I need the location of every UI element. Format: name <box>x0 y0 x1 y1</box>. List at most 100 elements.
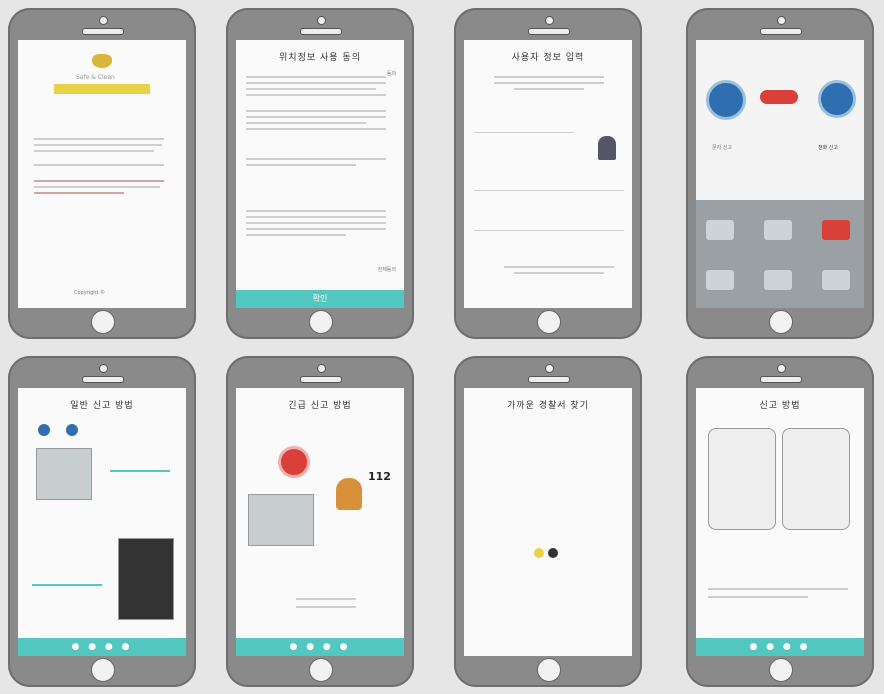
text-line <box>246 228 386 230</box>
text-line <box>296 606 356 608</box>
text-line <box>34 144 162 146</box>
speaker-icon <box>82 376 124 383</box>
page-title: 위치정보 사용 동의 <box>279 53 361 63</box>
text-line <box>246 128 386 130</box>
phone-screen-8: 신고 방법 ● ● ● ● <box>686 356 874 687</box>
text-line <box>246 216 386 218</box>
map-marker-icon[interactable] <box>534 548 544 558</box>
camera-icon <box>777 364 786 373</box>
instruction-bar <box>32 584 102 586</box>
screenshot-thumbnail <box>36 448 92 500</box>
feature-tile[interactable] <box>706 220 734 240</box>
phone-screen-2: 위치정보 사용 동의 동의 전체동의 확인 <box>226 8 414 339</box>
feature-tile[interactable] <box>764 270 792 290</box>
page-indicator[interactable]: ● ● ● ● <box>18 638 186 656</box>
page-title: 일반 신고 방법 <box>70 401 134 411</box>
ribbon-banner <box>54 84 150 94</box>
page-title: 신고 방법 <box>759 401 801 411</box>
home-button[interactable] <box>91 310 115 334</box>
phone-screen-5: 일반 신고 방법 ● ● ● ● <box>8 356 196 687</box>
speaker-icon <box>300 28 342 35</box>
main-menu-screen: 문자 신고 전화 신고 <box>696 40 864 308</box>
text-line <box>296 598 356 600</box>
phone-illustration <box>782 428 850 530</box>
message-icon[interactable] <box>706 80 746 120</box>
badge-text: Safe & Clean <box>76 74 115 81</box>
call-112-icon[interactable] <box>818 80 856 118</box>
text-line <box>34 192 124 194</box>
message-icon <box>38 424 50 436</box>
camera-icon <box>317 16 326 25</box>
call-112-icon <box>278 446 310 478</box>
speaker-icon <box>760 28 802 35</box>
user-info-screen: 사용자 정보 입력 <box>464 40 632 308</box>
consent-screen: 위치정보 사용 동의 동의 전체동의 확인 <box>236 40 404 308</box>
home-button[interactable] <box>537 658 561 682</box>
feature-panel <box>696 200 864 308</box>
feature-tile[interactable] <box>764 220 792 240</box>
all-agree-checkbox[interactable]: 전체동의 <box>378 266 396 273</box>
home-button[interactable] <box>769 310 793 334</box>
text-line <box>246 94 386 96</box>
text-line <box>246 82 386 84</box>
keypad-thumbnail <box>118 538 174 620</box>
siren-icon <box>760 90 798 104</box>
camera-icon <box>777 16 786 25</box>
text-line <box>246 116 386 118</box>
map-marker-icon[interactable] <box>548 548 558 558</box>
page-title: 가까운 경찰서 찾기 <box>507 401 589 411</box>
camera-icon <box>99 16 108 25</box>
text-line <box>708 596 808 598</box>
name-field[interactable] <box>474 132 574 133</box>
camera-icon <box>317 364 326 373</box>
text-line <box>504 266 614 268</box>
page-title: 사용자 정보 입력 <box>511 53 585 63</box>
text-line <box>246 164 356 166</box>
phone-screen-7: 가까운 경찰서 찾기 <box>454 356 642 687</box>
text-line <box>246 158 386 160</box>
text-line <box>34 186 160 188</box>
text-line <box>494 76 604 78</box>
agree-label[interactable]: 동의 <box>387 70 396 77</box>
call-report-label[interactable]: 전화 신고 <box>818 144 838 151</box>
home-button[interactable] <box>91 658 115 682</box>
text-line <box>246 222 386 224</box>
speaker-icon <box>528 376 570 383</box>
home-button[interactable] <box>537 310 561 334</box>
confirm-button[interactable]: 확인 <box>236 290 404 308</box>
page-indicator[interactable]: ● ● ● ● <box>696 638 864 656</box>
text-report-label[interactable]: 문자 신고 <box>712 144 732 151</box>
text-line <box>514 88 584 90</box>
speaker-icon <box>300 376 342 383</box>
speaker-icon <box>528 28 570 35</box>
feature-tile[interactable] <box>822 270 850 290</box>
text-line <box>246 210 386 212</box>
home-button[interactable] <box>309 310 333 334</box>
phone-field[interactable] <box>474 190 624 191</box>
footer-text: Copyright © <box>74 290 106 296</box>
camera-icon <box>545 16 554 25</box>
general-report-guide: 일반 신고 방법 ● ● ● ● <box>18 388 186 656</box>
speaker-icon <box>82 28 124 35</box>
camera-icon <box>545 364 554 373</box>
phone-screen-6: 긴급 신고 방법 112 ● ● ● ● <box>226 356 414 687</box>
feature-tile[interactable] <box>822 220 850 240</box>
operator-icon <box>336 478 362 510</box>
feature-tile[interactable] <box>706 270 734 290</box>
text-line <box>246 122 366 124</box>
address-field[interactable] <box>474 230 624 231</box>
report-method-screen: 신고 방법 ● ● ● ● <box>696 388 864 656</box>
police-finder-screen: 가까운 경찰서 찾기 <box>464 388 632 656</box>
phone-screen-4: 문자 신고 전화 신고 <box>686 8 874 339</box>
home-button[interactable] <box>769 658 793 682</box>
text-line <box>708 588 848 590</box>
intro-screen: Safe & Clean Copyright © <box>18 40 186 308</box>
page-indicator[interactable]: ● ● ● ● <box>236 638 404 656</box>
camera-icon <box>99 364 108 373</box>
home-button[interactable] <box>309 658 333 682</box>
text-line <box>494 82 604 84</box>
screenshot-thumbnail <box>248 494 314 546</box>
text-line <box>246 88 376 90</box>
phone-screen-1: Safe & Clean Copyright © <box>8 8 196 339</box>
text-line <box>34 150 154 152</box>
